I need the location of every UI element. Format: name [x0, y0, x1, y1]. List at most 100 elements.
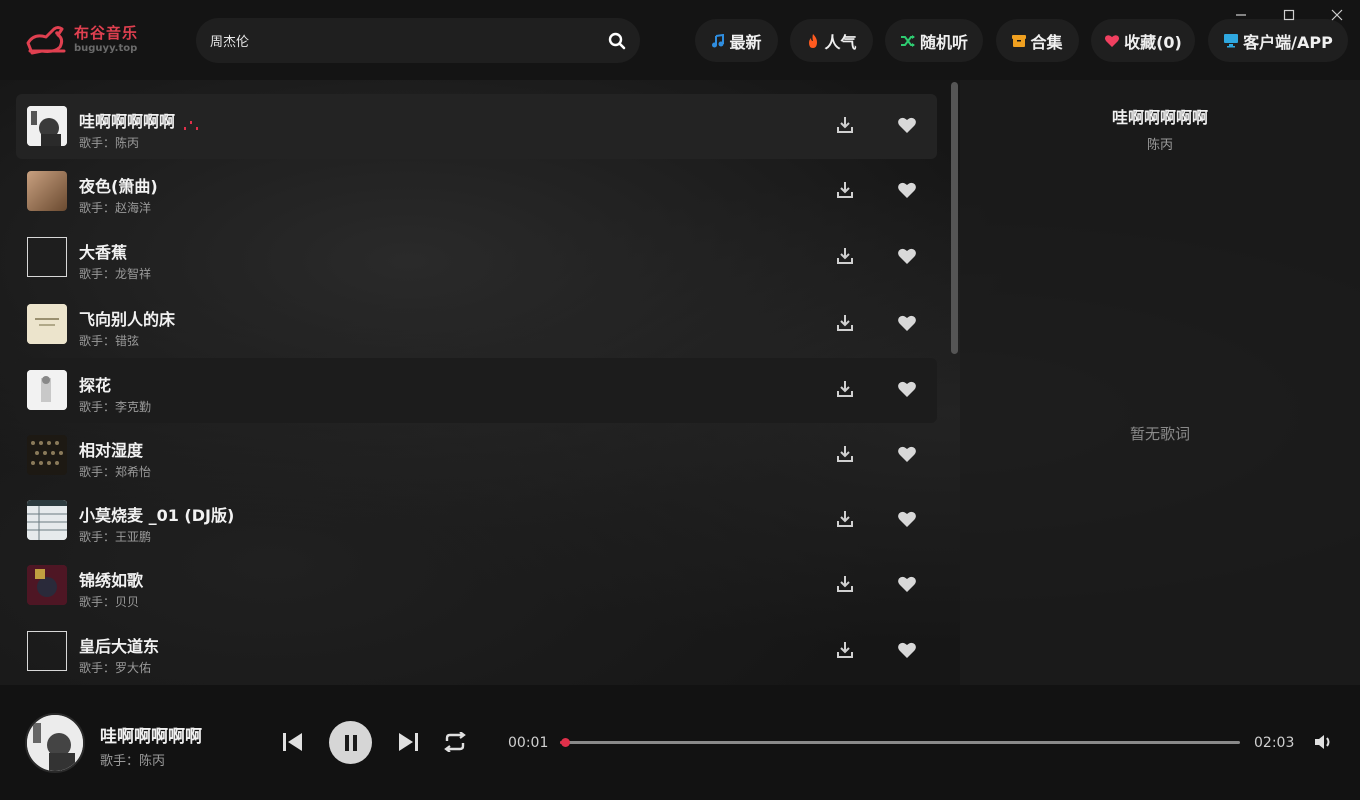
- favorite-button[interactable]: [897, 181, 919, 201]
- song-row[interactable]: 夜色(箫曲) 歌手：赵海洋: [16, 159, 937, 224]
- song-row[interactable]: 探花 歌手：李克勤: [16, 358, 937, 423]
- nav-collection-button[interactable]: 合集: [996, 19, 1079, 62]
- song-cover: [27, 435, 67, 475]
- search-button[interactable]: [606, 30, 628, 52]
- nav-random-label: 随机听: [919, 32, 968, 52]
- maximize-icon: [1283, 9, 1295, 21]
- song-title: 相对湿度: [79, 441, 144, 460]
- heart-icon: [1104, 34, 1120, 48]
- volume-button[interactable]: [1314, 731, 1336, 753]
- song-title: 大香蕉: [79, 243, 128, 262]
- nav-favorites-button[interactable]: 收藏(0): [1091, 19, 1195, 62]
- minimize-button[interactable]: [1230, 4, 1252, 26]
- favorite-button[interactable]: [897, 116, 919, 136]
- song-row[interactable]: 飞向别人的床 歌手：错弦: [16, 292, 937, 357]
- download-icon: [837, 117, 853, 133]
- song-artist: 歌手：错弦: [79, 334, 140, 348]
- song-artist: 歌手：罗大佑: [79, 661, 152, 675]
- download-icon: [837, 315, 853, 331]
- scrollbar-thumb[interactable]: [951, 82, 958, 354]
- nav-popular-label: 人气: [824, 32, 857, 52]
- song-row[interactable]: 哇啊啊啊啊啊 歌手：陈丙: [16, 94, 937, 159]
- now-playing-artist: 歌手：陈丙: [100, 754, 166, 769]
- next-button[interactable]: [397, 731, 419, 753]
- nav-latest-label: 最新: [729, 32, 762, 52]
- playing-indicator-icon: [184, 116, 200, 135]
- favorite-button[interactable]: [897, 314, 919, 334]
- song-artist: 歌手：陈丙: [79, 136, 140, 150]
- favorite-button[interactable]: [897, 575, 919, 595]
- volume-icon: [1315, 735, 1330, 749]
- song-artist: 歌手：王亚鹏: [79, 530, 152, 544]
- song-row[interactable]: 小莫烧麦 _01 (DJ版) 歌手：王亚鹏: [16, 488, 937, 553]
- song-artist: 歌手：龙智祥: [79, 267, 152, 281]
- song-row[interactable]: 锦绣如歌 歌手：贝贝: [16, 553, 937, 618]
- lyrics-song-artist: 陈丙: [1146, 138, 1173, 153]
- download-button[interactable]: [835, 574, 857, 596]
- heart-icon: [898, 117, 916, 133]
- maximize-button[interactable]: [1278, 4, 1300, 26]
- download-button[interactable]: [835, 313, 857, 335]
- previous-button[interactable]: [282, 731, 304, 753]
- heart-icon: [898, 511, 916, 527]
- song-cover: [27, 500, 67, 540]
- download-button[interactable]: [835, 379, 857, 401]
- song-title: 皇后大道东: [79, 637, 160, 656]
- download-button[interactable]: [835, 246, 857, 268]
- no-lyrics-message: 暂无歌词: [1129, 425, 1190, 443]
- current-time: 00:01: [508, 735, 549, 751]
- now-playing-cover[interactable]: [25, 713, 85, 773]
- song-artist: 歌手：李克勤: [79, 400, 152, 414]
- favorite-button[interactable]: [897, 510, 919, 530]
- song-cover-broken-image: [27, 631, 67, 671]
- music-note-icon: [711, 33, 725, 48]
- app-domain: buguyy.top: [74, 43, 138, 54]
- download-icon: [837, 381, 853, 397]
- nav-latest-button[interactable]: 最新: [695, 19, 778, 62]
- download-button[interactable]: [835, 180, 857, 202]
- app-logo[interactable]: 布谷音乐 buguyy.top: [24, 20, 144, 60]
- close-button[interactable]: [1326, 4, 1348, 26]
- favorite-button[interactable]: [897, 380, 919, 400]
- song-title: 锦绣如歌: [79, 571, 144, 590]
- song-row[interactable]: 相对湿度 歌手：郑希怡: [16, 423, 937, 488]
- progress-bar[interactable]: [560, 738, 1240, 747]
- song-cover-broken-image: [27, 237, 67, 277]
- download-button[interactable]: [835, 509, 857, 531]
- song-title: 飞向别人的床: [79, 310, 176, 329]
- song-cover: [27, 370, 67, 410]
- pause-button[interactable]: [329, 721, 372, 764]
- heart-icon: [898, 446, 916, 462]
- song-row[interactable]: 大香蕉 歌手：龙智祥: [16, 225, 937, 290]
- song-cover: [27, 304, 67, 344]
- search-box: [196, 18, 640, 63]
- download-button[interactable]: [835, 640, 857, 662]
- download-icon: [837, 511, 853, 527]
- favorite-button[interactable]: [897, 445, 919, 465]
- search-input[interactable]: [210, 18, 590, 63]
- download-button[interactable]: [835, 115, 857, 137]
- download-button[interactable]: [835, 444, 857, 466]
- total-time: 02:03: [1254, 735, 1295, 751]
- fire-icon: [806, 33, 820, 49]
- nav-random-button[interactable]: 随机听: [885, 19, 983, 62]
- download-icon: [837, 576, 853, 592]
- skip-next-icon: [399, 733, 418, 751]
- heart-icon: [898, 248, 916, 264]
- song-row[interactable]: 皇后大道东 歌手：罗大佑: [16, 619, 937, 684]
- nav-popular-button[interactable]: 人气: [790, 19, 873, 62]
- download-icon: [837, 446, 853, 462]
- pause-icon: [344, 734, 357, 751]
- lyrics-panel: 哇啊啊啊啊啊 陈丙 暂无歌词: [960, 80, 1360, 685]
- minimize-icon: [1236, 14, 1246, 16]
- song-cover: [27, 171, 67, 211]
- repeat-button[interactable]: [443, 731, 467, 753]
- heart-icon: [898, 381, 916, 397]
- song-cover: [27, 565, 67, 605]
- song-title: 探花: [79, 376, 112, 395]
- player-bar: 哇啊啊啊啊啊 歌手：陈丙 00:01 02:03: [0, 685, 1360, 800]
- progress-knob[interactable]: [561, 738, 571, 747]
- nav-favorites-label: 收藏(0): [1124, 32, 1182, 52]
- favorite-button[interactable]: [897, 247, 919, 267]
- favorite-button[interactable]: [897, 641, 919, 661]
